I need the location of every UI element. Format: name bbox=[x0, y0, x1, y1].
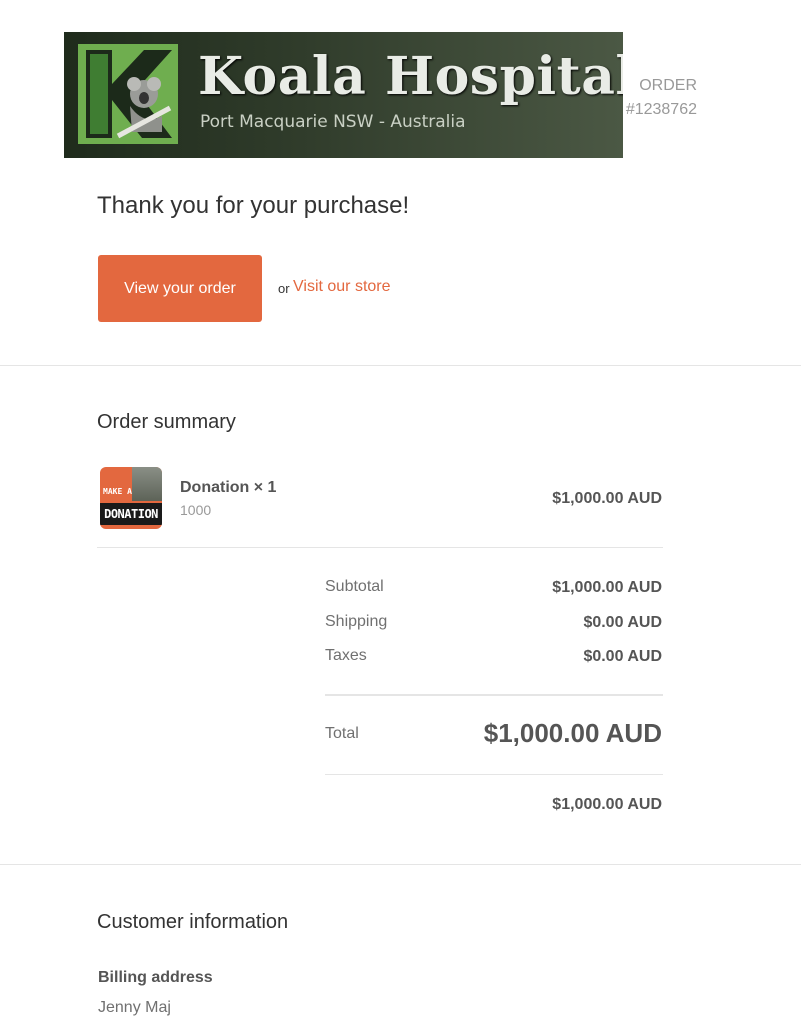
items-divider bbox=[97, 547, 663, 548]
visit-store-link[interactable]: Visit our store bbox=[293, 278, 391, 296]
or-text: or bbox=[278, 281, 290, 296]
koala-photo bbox=[132, 467, 162, 501]
koala-logo-icon bbox=[78, 44, 178, 144]
paid-value: $1,000.00 AUD bbox=[552, 796, 662, 813]
product-thumbnail: MAKE A DONATION bbox=[100, 467, 162, 529]
order-summary-title: Order summary bbox=[97, 411, 236, 433]
totals-divider bbox=[325, 694, 663, 696]
banner-title: Koala Hospital bbox=[198, 46, 623, 107]
item-price: $1,000.00 AUD bbox=[552, 490, 662, 507]
billing-name: Jenny Maj bbox=[98, 999, 171, 1016]
taxes-value: $0.00 AUD bbox=[583, 648, 662, 665]
shipping-value: $0.00 AUD bbox=[583, 614, 662, 631]
total-label: Total bbox=[325, 725, 359, 742]
order-label: ORDER bbox=[639, 77, 697, 94]
view-order-button[interactable]: View your order bbox=[98, 255, 262, 322]
section-divider bbox=[0, 864, 801, 865]
order-number: #1238762 bbox=[625, 101, 697, 118]
subtotal-label: Subtotal bbox=[325, 578, 384, 595]
order-number-block: ORDER #1238762 bbox=[626, 74, 697, 122]
customer-info-title: Customer information bbox=[97, 911, 289, 933]
section-divider bbox=[0, 365, 801, 366]
koala-logo bbox=[78, 44, 178, 144]
shipping-label: Shipping bbox=[325, 613, 388, 630]
item-name: Donation × 1 bbox=[180, 479, 277, 496]
subtotal-value: $1,000.00 AUD bbox=[552, 579, 662, 596]
banner-subtitle: Port Macquarie NSW - Australia bbox=[200, 112, 466, 132]
taxes-label: Taxes bbox=[325, 647, 367, 664]
thumbnail-text-top: MAKE A bbox=[103, 487, 132, 496]
thumbnail-text-bottom: DONATION bbox=[100, 503, 162, 525]
total-value: $1,000.00 AUD bbox=[483, 718, 662, 748]
billing-address-label: Billing address bbox=[98, 969, 213, 986]
item-variant: 1000 bbox=[180, 502, 212, 518]
thank-you-heading: Thank you for your purchase! bbox=[97, 192, 410, 219]
header-banner: Koala Hospital Port Macquarie NSW - Aust… bbox=[64, 32, 623, 158]
paid-divider bbox=[325, 774, 663, 775]
